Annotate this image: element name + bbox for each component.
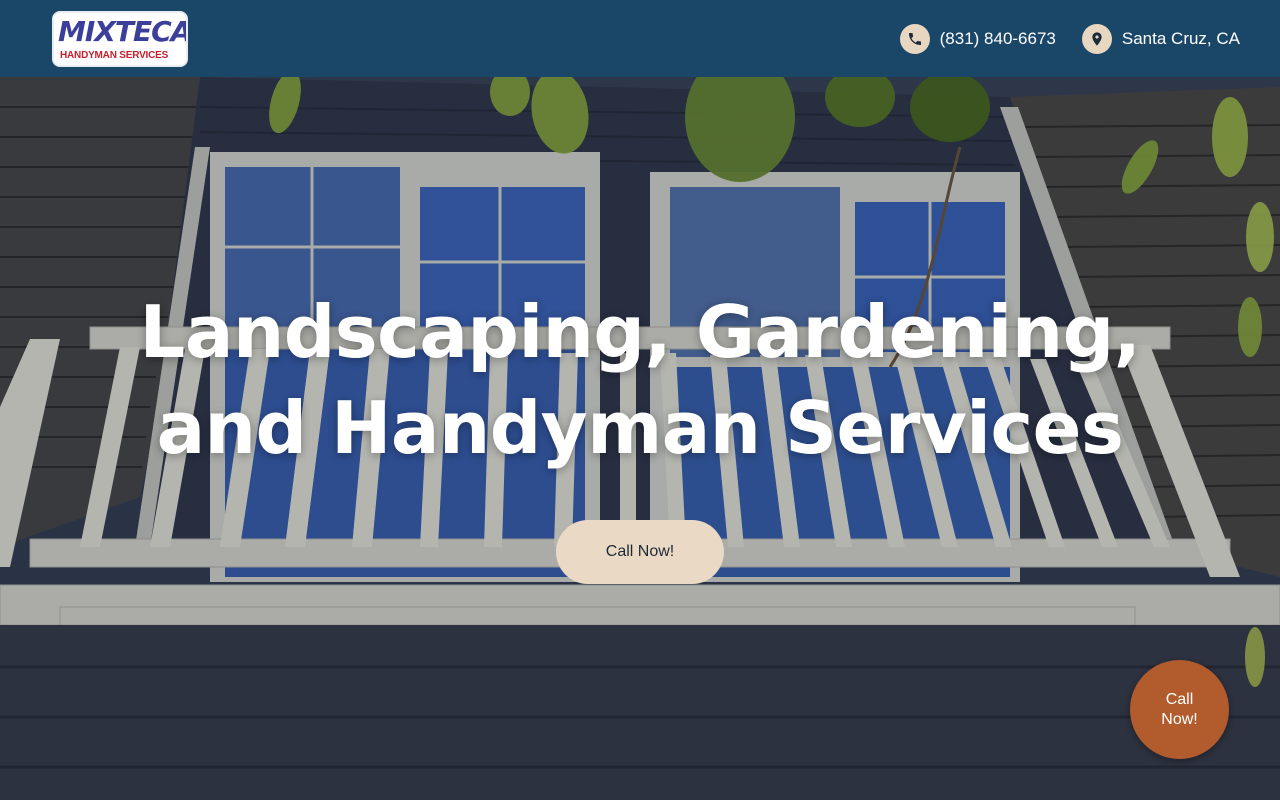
location-label: Santa Cruz, CA [1121, 28, 1240, 48]
hero-title-line-1: Landscaping, Gardening, [139, 290, 1141, 374]
phone-icon [899, 23, 930, 54]
hero-section: Landscaping, Gardening, and Handyman Ser… [0, 77, 1280, 800]
logo-subtitle: HANDYMAN SERVICES [60, 49, 169, 61]
floating-call-now-button[interactable]: Call Now! [1130, 660, 1229, 759]
logo[interactable]: MIXTECA HANDYMAN SERVICES [52, 10, 188, 67]
hero-title: Landscaping, Gardening, and Handyman Ser… [0, 284, 1280, 476]
site-header: MIXTECA HANDYMAN SERVICES (831) 840-6673… [0, 0, 1280, 77]
phone-link[interactable]: (831) 840-6673 [899, 23, 1056, 54]
hero-title-line-2: and Handyman Services [156, 386, 1124, 470]
phone-number: (831) 840-6673 [939, 28, 1056, 48]
call-now-button[interactable]: Call Now! [556, 520, 724, 584]
location-link[interactable]: Santa Cruz, CA [1081, 23, 1240, 54]
logo-wordmark: MIXTECA [58, 14, 188, 48]
header-contacts: (831) 840-6673 Santa Cruz, CA [899, 23, 1240, 54]
map-pin-icon [1081, 23, 1112, 54]
